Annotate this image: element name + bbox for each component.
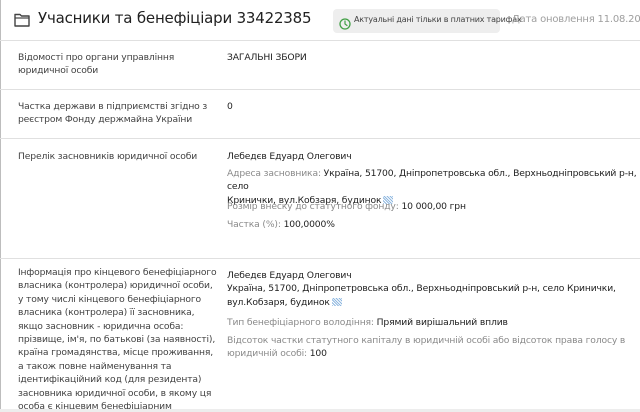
beneficiary-label: Інформація про кінцевого бенефіціарного …: [18, 267, 217, 412]
founder-share: Частка (%): 100,0000%: [227, 219, 335, 230]
masked-data-icon[interactable]: [331, 297, 342, 306]
founder-capital: Розмір внеску до статутного фонду: 10 00…: [227, 201, 466, 212]
beneficiary-details: Лебедєв Едуард Олегович Україна, 51700, …: [227, 269, 637, 309]
row-divider: [0, 258, 640, 259]
governance-value: ЗАГАЛЬНІ ЗБОРИ: [227, 52, 307, 63]
state-share-label: Частка держави в підприємстві згідно з р…: [18, 101, 208, 126]
folder-icon: [14, 12, 30, 27]
clock-icon: [339, 15, 351, 30]
beneficiary-type: Тип бенефіціарного володіння: Прямий вир…: [227, 317, 508, 328]
beneficiary-percent: Відсоток частки статутного капіталу в юр…: [227, 335, 626, 360]
governance-label: Відомості про органи управління юридично…: [18, 52, 175, 77]
badge-text: Актуальні дані тільки в платних тарифах: [354, 15, 522, 24]
update-date: Дата оновлення 11.08.2021: [512, 14, 640, 25]
paid-tariff-badge[interactable]: Актуальні дані тільки в платних тарифах: [333, 9, 522, 33]
row-divider: [0, 138, 640, 139]
state-share-value: 0: [227, 101, 233, 112]
row-divider: [0, 89, 640, 90]
section-header: Учасники та бенефіціари 33422385 Актуаль…: [0, 0, 640, 40]
beneficiary-name: Лебедєв Едуард Олегович: [227, 270, 352, 281]
founder-name: Лебедєв Едуард Олегович: [227, 151, 352, 162]
founders-label: Перелік засновників юридичної особи: [18, 151, 198, 162]
founder-address-label: Адреса засновника:: [227, 168, 321, 179]
section-title: Учасники та бенефіціари 33422385: [38, 9, 312, 27]
header-divider: [0, 40, 640, 41]
